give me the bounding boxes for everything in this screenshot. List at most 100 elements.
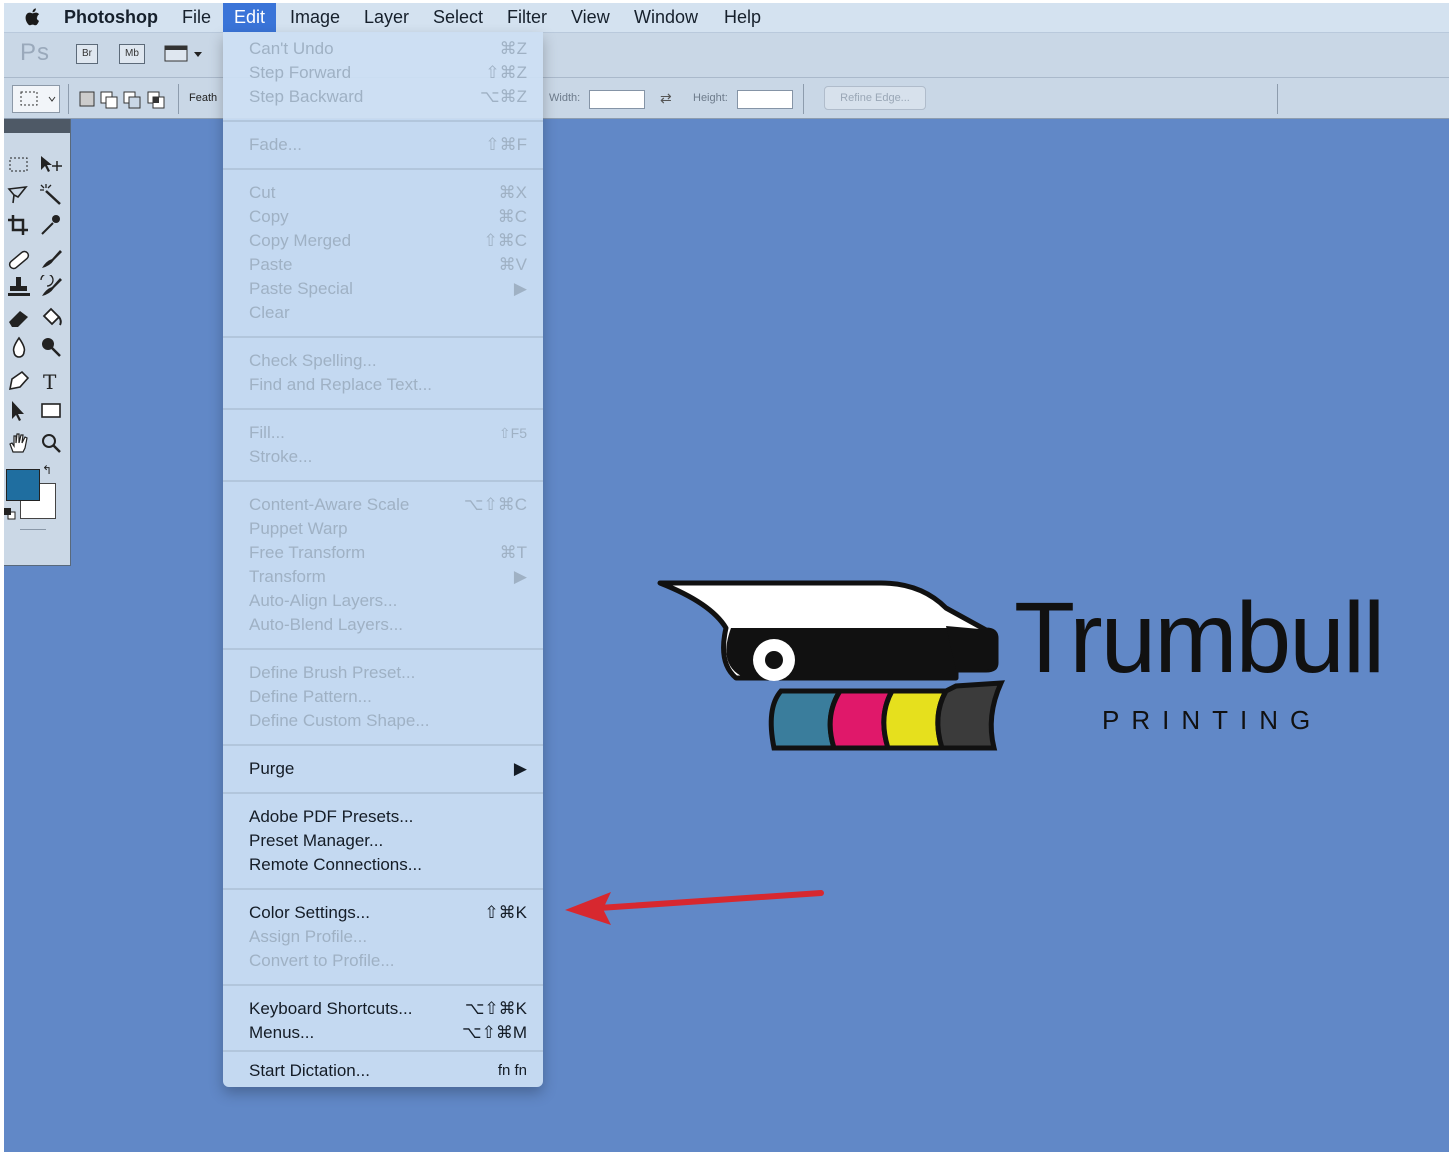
height-input[interactable] <box>737 90 793 109</box>
dodge-tool-icon[interactable] <box>38 335 64 359</box>
brush-tool-icon[interactable] <box>38 247 64 271</box>
menu-item-puppet-warp[interactable]: Puppet Warp <box>249 517 527 541</box>
menu-item-step-backward[interactable]: Step Backward ⌥⌘Z <box>249 85 527 109</box>
blur-tool-icon[interactable] <box>6 335 32 359</box>
menu-item-fill[interactable]: Fill... ⇧F5 <box>249 421 527 445</box>
menu-item-auto-align-layers[interactable]: Auto-Align Layers... <box>249 589 527 613</box>
menu-item-stroke[interactable]: Stroke... <box>249 445 527 469</box>
red-arrow-annotation <box>565 890 824 925</box>
apple-icon[interactable] <box>24 8 40 26</box>
menu-item-transform[interactable]: Transform ▶ <box>249 565 527 589</box>
history-brush-tool-icon[interactable] <box>38 273 64 299</box>
foreground-color-swatch[interactable] <box>6 469 40 501</box>
menu-item-find-replace[interactable]: Find and Replace Text... <box>249 373 527 397</box>
menu-window[interactable]: Window <box>634 3 698 32</box>
selection-mode-icons[interactable] <box>78 88 168 110</box>
menu-item-cant-undo[interactable]: Can't Undo ⌘Z <box>249 37 527 61</box>
menu-item-convert-to-profile[interactable]: Convert to Profile... <box>249 949 527 973</box>
menu-item-shortcut: ⌥⇧⌘M <box>462 1023 527 1042</box>
healing-brush-tool-icon[interactable] <box>6 247 32 271</box>
menu-item-check-spelling[interactable]: Check Spelling... <box>249 349 527 373</box>
menu-filter[interactable]: Filter <box>507 3 547 32</box>
screen-mode-icon[interactable] <box>164 44 202 62</box>
menu-view[interactable]: View <box>571 3 610 32</box>
default-colors-icon[interactable] <box>4 507 16 520</box>
crop-tool-icon[interactable] <box>6 213 32 237</box>
menu-item-fade[interactable]: Fade... ⇧⌘F <box>249 133 527 157</box>
menu-item-paste-special[interactable]: Paste Special ▶ <box>249 277 527 301</box>
menu-item-paste[interactable]: Paste ⌘V <box>249 253 527 277</box>
menu-item-copy-merged[interactable]: Copy Merged ⇧⌘C <box>249 229 527 253</box>
swap-icon[interactable]: ⇄ <box>660 90 680 108</box>
zoom-tool-icon[interactable] <box>38 431 64 455</box>
tools-panel: T ↰ <box>4 119 71 566</box>
tools-panel-header[interactable] <box>4 119 70 133</box>
move-tool-icon[interactable] <box>38 153 64 177</box>
menu-item-label: Keyboard Shortcuts... <box>249 999 413 1018</box>
menu-select[interactable]: Select <box>433 3 483 32</box>
path-selection-tool-icon[interactable] <box>6 399 32 423</box>
lasso-tool-icon[interactable] <box>6 183 32 207</box>
logo-stripe-black <box>935 680 1006 751</box>
menu-item-shortcut: ⌘V <box>498 255 527 274</box>
menu-item-label: Content-Aware Scale <box>249 495 410 514</box>
menu-app-photoshop[interactable]: Photoshop <box>64 3 158 32</box>
menu-separator <box>223 336 543 338</box>
menu-file[interactable]: File <box>182 3 211 32</box>
menu-item-label: Transform <box>249 567 326 586</box>
bridge-button[interactable]: Br <box>76 44 98 64</box>
mini-bridge-button[interactable]: Mb <box>119 44 145 64</box>
menu-image[interactable]: Image <box>290 3 340 32</box>
menu-item-label: Copy <box>249 207 289 226</box>
menu-item-color-settings[interactable]: Color Settings... ⇧⌘K <box>249 901 527 925</box>
edit-menu-dropdown: Can't Undo ⌘Z Step Forward ⇧⌘Z Step Backwa… <box>223 32 543 1087</box>
clone-stamp-tool-icon[interactable] <box>6 275 32 299</box>
menu-item-clear[interactable]: Clear <box>249 301 527 325</box>
menu-item-shortcut: ⇧⌘Z <box>485 63 527 82</box>
rectangle-tool-icon[interactable] <box>38 399 64 423</box>
menu-item-step-forward[interactable]: Step Forward ⇧⌘Z <box>249 61 527 85</box>
hand-tool-icon[interactable] <box>6 431 32 455</box>
menu-layer[interactable]: Layer <box>364 3 409 32</box>
eraser-tool-icon[interactable] <box>6 305 32 329</box>
menu-item-start-dictation[interactable]: Start Dictation... fn fn <box>249 1059 527 1083</box>
menu-item-shortcut: ⌘T <box>499 543 527 562</box>
swap-colors-icon[interactable]: ↰ <box>42 463 52 477</box>
menu-item-label: Convert to Profile... <box>249 951 395 970</box>
menu-item-adobe-pdf-presets[interactable]: Adobe PDF Presets... <box>249 805 527 829</box>
menu-item-cut[interactable]: Cut ⌘X <box>249 181 527 205</box>
refine-edge-button[interactable]: Refine Edge... <box>824 86 926 110</box>
eyedropper-tool-icon[interactable] <box>38 213 64 237</box>
paint-bucket-tool-icon[interactable] <box>38 305 64 329</box>
pen-tool-icon[interactable] <box>6 369 32 393</box>
menu-bar: Photoshop File Edit Image Layer Select F… <box>4 3 1449 33</box>
marquee-tool-icon[interactable] <box>6 153 32 177</box>
menu-separator <box>223 648 543 650</box>
menu-item-define-brush-preset[interactable]: Define Brush Preset... <box>249 661 527 685</box>
menu-item-free-transform[interactable]: Free Transform ⌘T <box>249 541 527 565</box>
menu-item-content-aware-scale[interactable]: Content-Aware Scale ⌥⇧⌘C <box>249 493 527 517</box>
menu-item-purge[interactable]: Purge ▶ <box>249 757 527 781</box>
type-tool-icon[interactable]: T <box>38 369 64 394</box>
menu-item-menus[interactable]: Menus... ⌥⇧⌘M <box>249 1021 527 1045</box>
menu-item-define-custom-shape[interactable]: Define Custom Shape... <box>249 709 527 733</box>
menu-item-label: Auto-Blend Layers... <box>249 615 404 634</box>
logo-wordmark: Trumbull <box>1014 582 1385 694</box>
tool-preset-picker[interactable] <box>12 85 60 113</box>
menu-item-label: Define Pattern... <box>249 687 372 706</box>
menu-item-assign-profile[interactable]: Assign Profile... <box>249 925 527 949</box>
magic-wand-tool-icon[interactable] <box>38 183 64 207</box>
menu-item-copy[interactable]: Copy ⌘C <box>249 205 527 229</box>
menu-item-preset-manager[interactable]: Preset Manager... <box>249 829 527 853</box>
menu-separator <box>223 888 543 890</box>
menu-item-define-pattern[interactable]: Define Pattern... <box>249 685 527 709</box>
menu-item-shortcut: ⌥⌘Z <box>480 87 527 106</box>
divider <box>1277 84 1278 114</box>
menu-item-auto-blend-layers[interactable]: Auto-Blend Layers... <box>249 613 527 637</box>
menu-help[interactable]: Help <box>724 3 761 32</box>
width-input[interactable] <box>589 90 645 109</box>
menu-item-remote-connections[interactable]: Remote Connections... <box>249 853 527 877</box>
divider <box>803 84 804 114</box>
menu-edit[interactable]: Edit <box>223 3 277 32</box>
menu-item-keyboard-shortcuts[interactable]: Keyboard Shortcuts... ⌥⇧⌘K <box>249 997 527 1021</box>
